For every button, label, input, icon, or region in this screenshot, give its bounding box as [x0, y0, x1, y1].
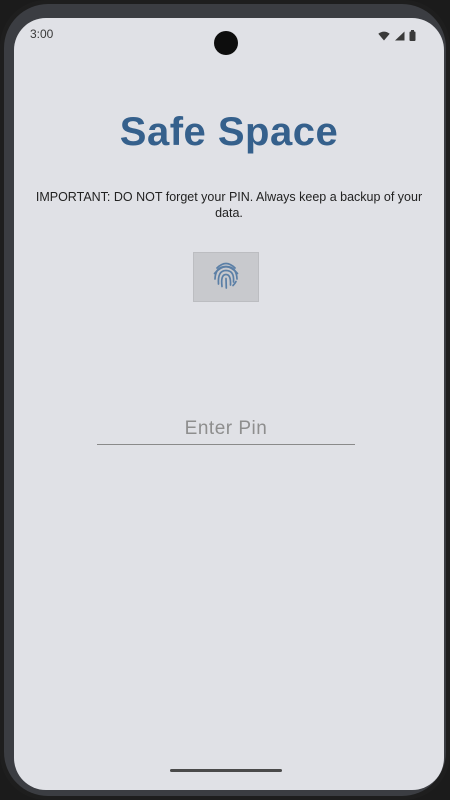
- status-time: 3:00: [30, 27, 54, 41]
- phone-frame: 3:00 Safe Space IMPORTANT: DO NOT forget…: [0, 0, 450, 800]
- phone-bezel: 3:00 Safe Space IMPORTANT: DO NOT forget…: [4, 4, 446, 796]
- front-camera: [214, 31, 238, 55]
- fingerprint-icon: [209, 258, 243, 297]
- pin-input[interactable]: [97, 414, 355, 445]
- home-indicator[interactable]: [170, 769, 282, 772]
- battery-icon: [409, 28, 416, 46]
- signal-icon: [394, 28, 405, 46]
- pin-warning-text: IMPORTANT: DO NOT forget your PIN. Alway…: [35, 190, 423, 220]
- status-icons: [378, 28, 416, 46]
- fingerprint-button[interactable]: [193, 252, 259, 302]
- app-title: Safe Space: [119, 110, 339, 154]
- app-screen: 3:00 Safe Space IMPORTANT: DO NOT forget…: [14, 18, 444, 790]
- status-bar: 3:00: [14, 18, 444, 55]
- wifi-icon: [378, 28, 390, 46]
